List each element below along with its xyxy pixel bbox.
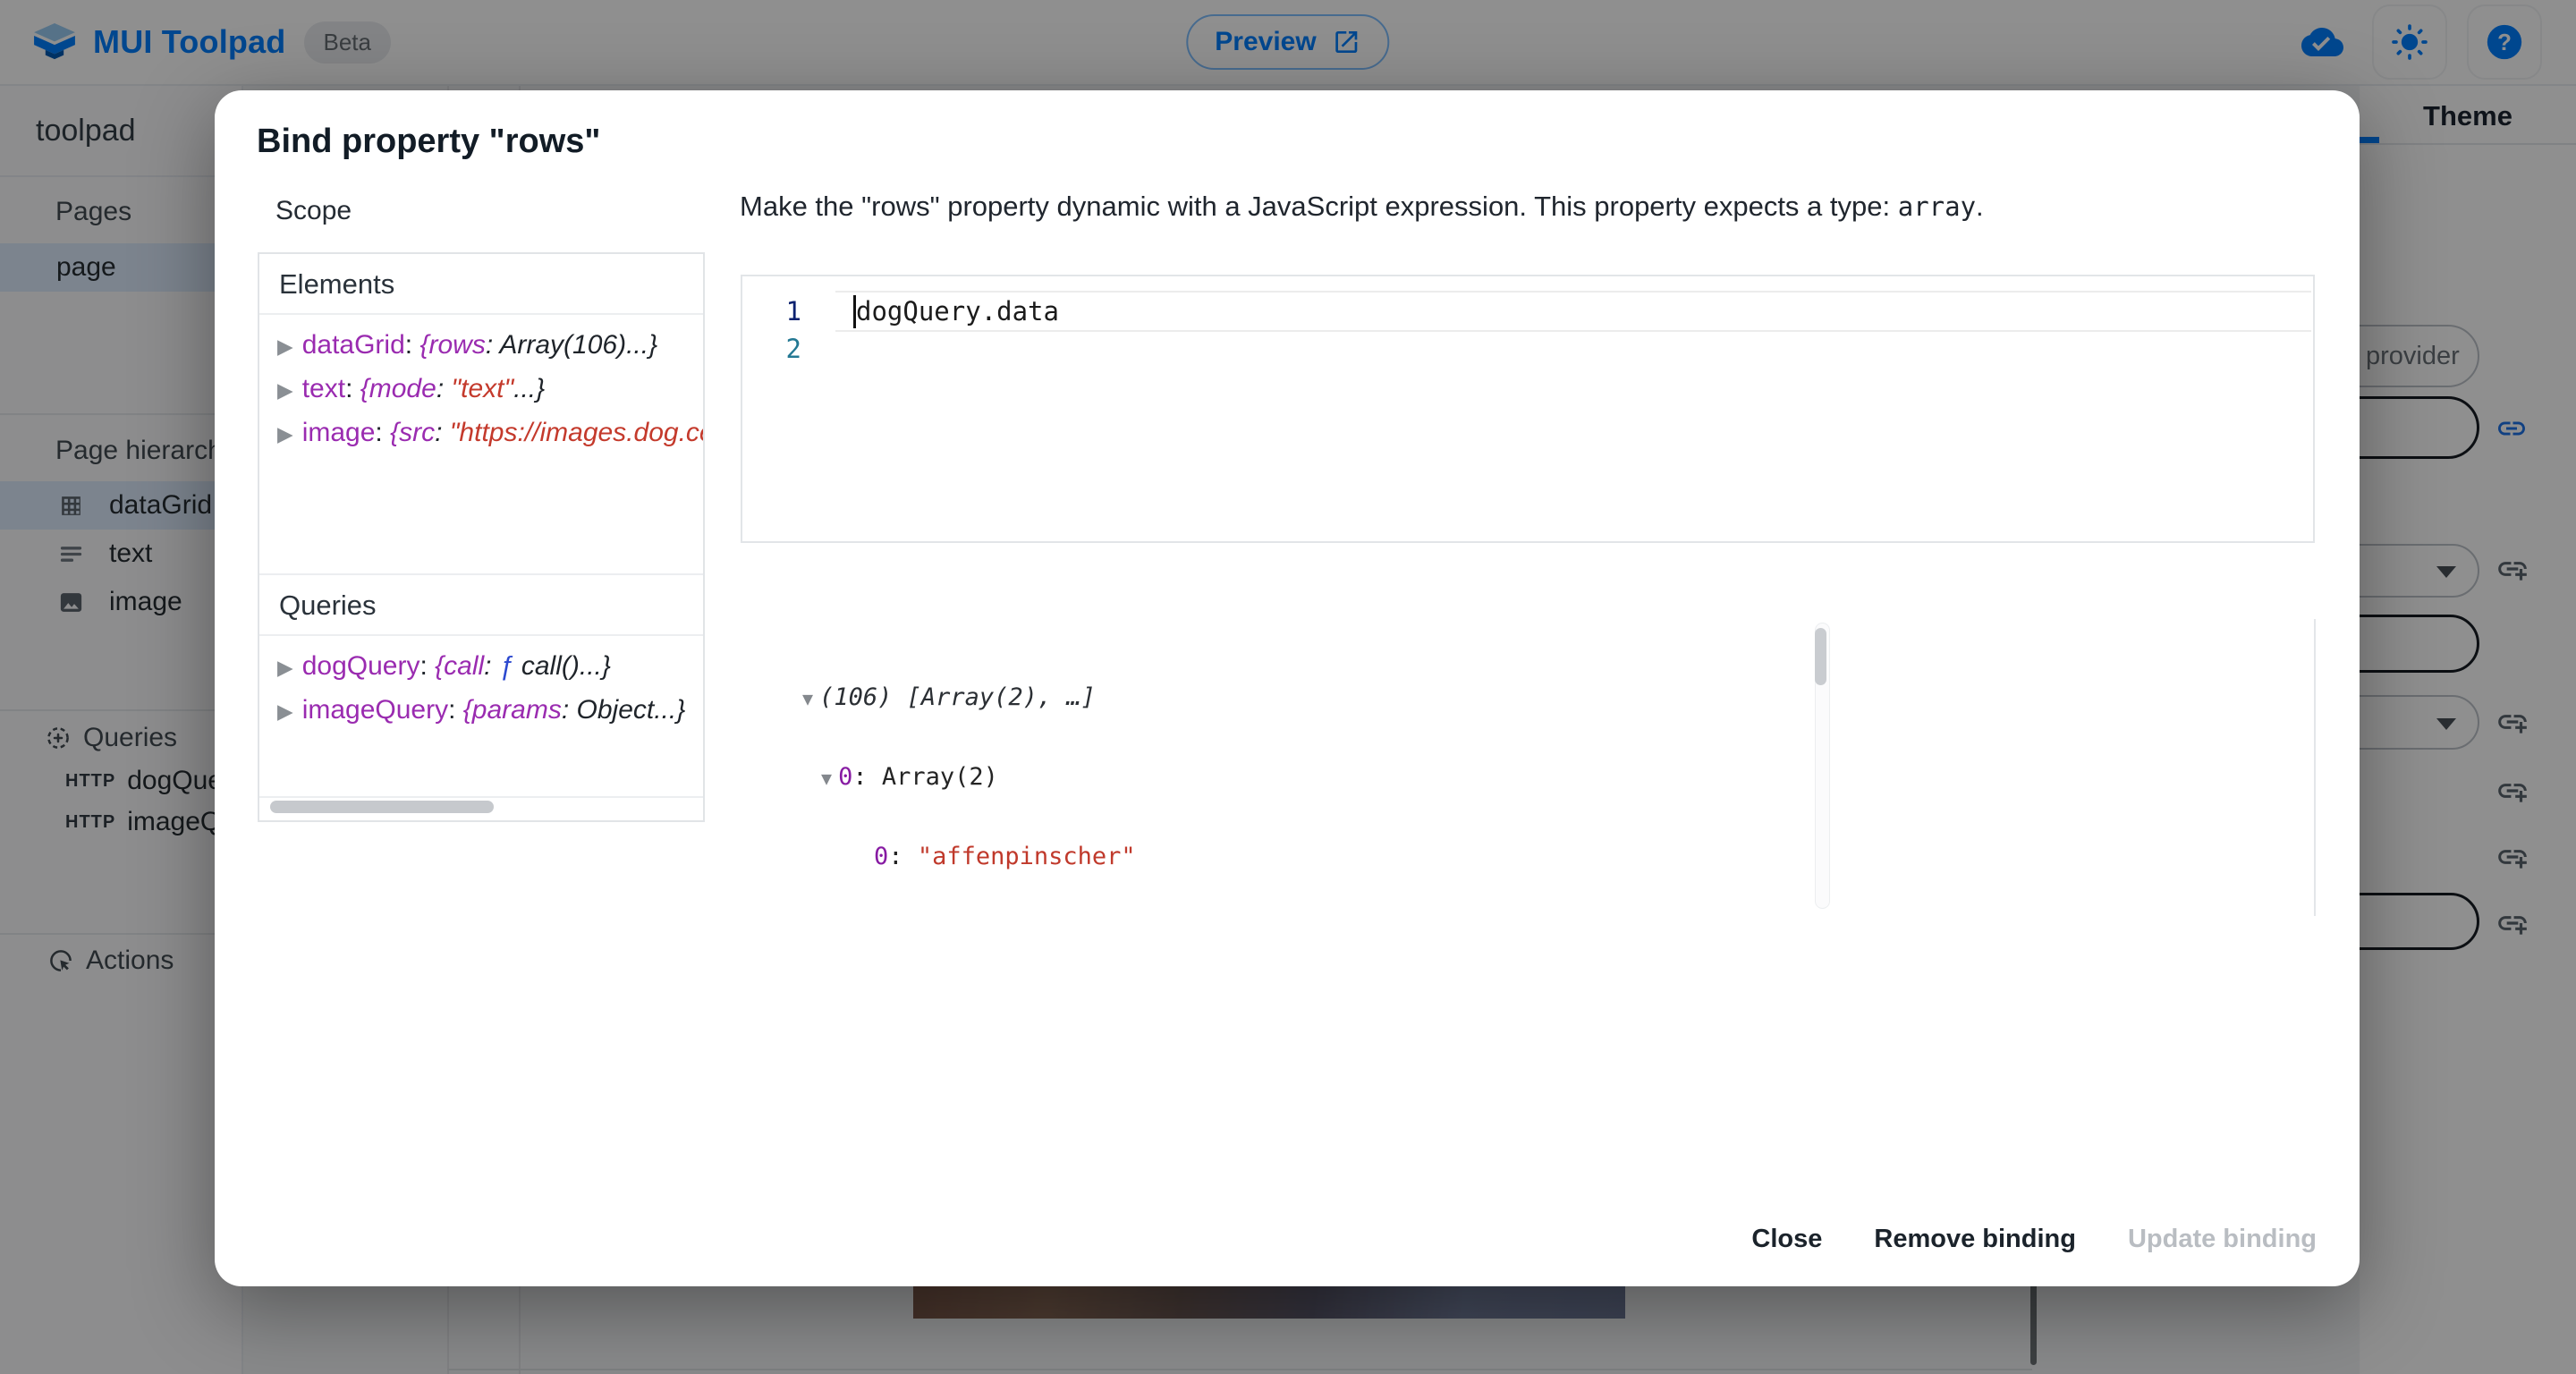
close-button[interactable]: Close [1732,1210,1842,1268]
scope-tree-entry[interactable]: ▶ imageQuery: {params: Object...} [277,689,703,733]
segment: : [448,695,463,725]
segment: : [375,418,390,447]
code-text: dogQuery.data [856,296,1059,327]
segment: : [345,374,360,403]
segment: {src [390,418,435,447]
segment: : [888,843,918,870]
tree-row-content: 0: "affenpinscher" [874,843,1136,870]
entry-preview: {params: Object...} [463,689,685,731]
entry-name: ▶ image: [277,418,390,447]
segment: ▶ [277,378,293,402]
segment: "text" [451,374,513,403]
description-period: . [1976,191,1984,222]
entry-preview: {rows: Array(106)...} [419,324,657,366]
dialog-title: Bind property "rows" [257,123,600,161]
result-scrollbar-thumb[interactable] [1815,628,1826,685]
description-text: Make the "rows" property dynamic with a … [740,191,1898,222]
segment: : [852,763,882,791]
bind-property-dialog: Bind property "rows" Scope Elements ▶ dat… [215,90,2360,1286]
segment: 0 [838,763,852,791]
segment: dogQuery [302,651,420,681]
segment: ▼ [802,688,813,709]
expression-result-tree: ▼ (106) [Array(2), …] ▼ 0: Array(2) 0: "af… [740,619,2316,916]
segment: ...} [513,374,545,403]
segment: ▶ [277,335,293,358]
segment: image [302,418,376,447]
scope-tree-entry[interactable]: ▶ dogQuery: {call: ƒ call()...} [277,645,703,689]
segment: {rows [419,330,485,360]
queries-tree: ▶ dogQuery: {call: ƒ call()...} ▶ imageQue… [259,636,703,798]
tree-row-content: ▼ (106) [Array(2), …] [802,683,1096,711]
binding-description: Make the "rows" property dynamic with a … [740,191,1984,223]
elements-tree: ▶ dataGrid: {rows: Array(106)...} ▶ text : … [259,315,703,575]
segment: ▶ [277,656,293,679]
remove-binding-button[interactable]: Remove binding [1854,1210,2096,1268]
segment: : [405,330,420,360]
segment: "affenpinscher" [918,843,1136,870]
entry-preview: {mode: "text"...} [360,368,545,410]
output-tree-row[interactable]: 0: "affenpinscher" [740,818,2314,895]
segment: : [419,651,435,681]
scope-label: Scope [275,196,352,226]
expected-type: array [1898,191,1976,222]
segment: text [302,374,345,403]
horizontal-scrollbar[interactable] [270,801,494,813]
app-root: MUI Toolpad Beta Preview [0,0,2576,1374]
segment: ▶ [277,422,293,445]
output-tree-row[interactable]: ▼ (106) [Array(2), …] [740,658,2314,738]
output-tree-row[interactable]: ▼ 0: Array(2) [740,738,2314,818]
segment: ▶ [277,700,293,723]
entry-name: ▶ dataGrid: [277,330,419,360]
queries-header: Queries [259,575,703,636]
scope-tree-entry[interactable]: ▶ image: {src: "https://images.dog.ceo/br… [277,411,703,455]
js-expression-editor[interactable]: 1 dogQuery.data 2 [741,275,2315,543]
elements-header: Elements [259,254,703,315]
segment: (106) [Array(2), …] [819,683,1096,711]
segment: call()...} [514,651,611,681]
tree-row-content: ▼ 0: Array(2) [821,763,998,791]
segment: 0 [874,843,888,870]
entry-name: ▶ dogQuery: [277,651,435,681]
editor-line-2: 2 [742,330,2313,368]
segment: dataGrid [302,330,405,360]
segment: "https://images.dog.ceo/bre [450,418,703,447]
text-cursor [853,295,856,328]
scope-panel: Elements ▶ dataGrid: {rows: Array(106)...… [258,252,705,822]
update-binding-button[interactable]: Update binding [2108,1210,2336,1268]
segment: {params [463,695,562,725]
output-tree-row[interactable]: 1: Array(0) [740,895,2314,916]
segment: {mode [360,374,436,403]
segment: ▼ [821,768,832,789]
segment: : [484,651,499,681]
segment: : Object...} [562,695,685,725]
editor-line-1: 1 dogQuery.data [742,293,2313,330]
entry-name: ▶ text: [277,374,360,403]
scope-tree-entry[interactable]: ▶ dataGrid: {rows: Array(106)...} [277,324,703,368]
segment: : [435,418,450,447]
segment: {call [435,651,484,681]
line-number: 2 [742,334,819,364]
dialog-footer: Close Remove binding Update binding [1732,1210,2336,1268]
entry-name: ▶ imageQuery: [277,695,463,725]
entry-preview: {call: ƒ call()...} [435,645,611,687]
entry-preview: {src: "https://images.dog.ceo/bre [390,411,703,454]
segment: imageQuery [302,695,448,725]
segment: Array(2) [882,763,998,791]
segment: : Array(106)...} [486,330,657,360]
segment: ƒ [499,651,514,681]
scope-tree-entry[interactable]: ▶ text: {mode: "text"...} [277,368,703,411]
segment: : [436,374,452,403]
line-number: 1 [742,296,819,327]
